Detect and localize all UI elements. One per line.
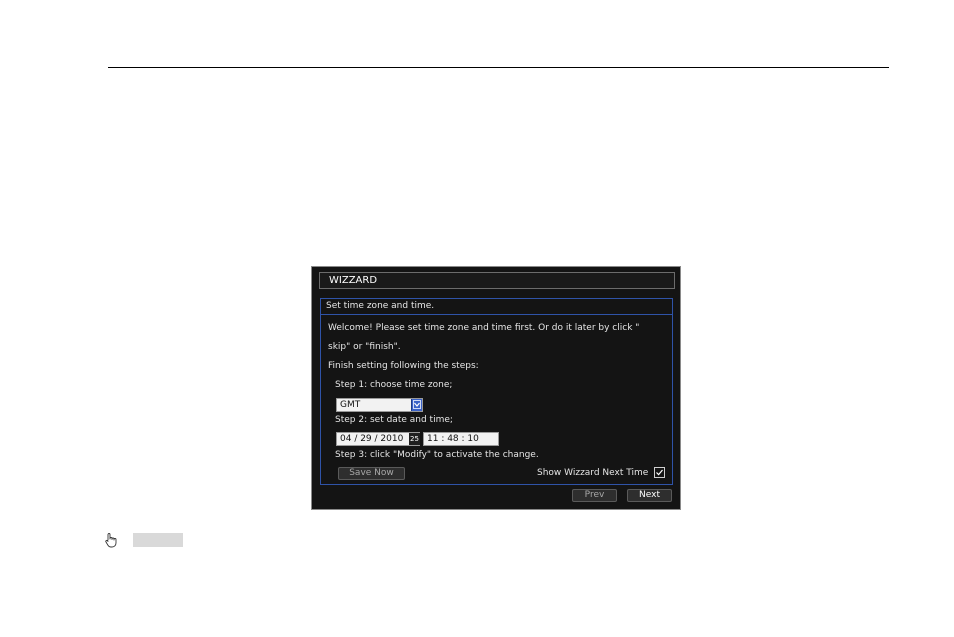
section-header: Set time zone and time. <box>321 299 672 315</box>
show-wizard-label: Show Wizzard Next Time <box>537 468 649 478</box>
step1-label: Step 1: choose time zone; <box>335 380 453 390</box>
checkmark-icon <box>656 469 663 476</box>
welcome-text-line2: skip" or "finish". <box>328 342 401 352</box>
time-input[interactable]: 11 : 48 : 10 <box>423 432 499 446</box>
wizard-title: WIZZARD <box>319 272 675 289</box>
next-button[interactable]: Next <box>627 489 672 502</box>
show-wizard-checkbox[interactable] <box>654 467 665 478</box>
calendar-icon[interactable]: 25 <box>409 433 420 445</box>
header-rule <box>108 67 889 68</box>
wizard-window: WIZZARD Set time zone and time. Welcome!… <box>311 266 681 510</box>
date-input[interactable]: 04 / 29 / 2010 <box>336 432 420 446</box>
chevron-down-icon[interactable] <box>411 399 422 411</box>
welcome-text-line1: Welcome! Please set time zone and time f… <box>328 323 640 333</box>
timezone-value: GMT <box>340 400 361 410</box>
prev-button[interactable]: Prev <box>572 489 617 502</box>
timezone-select[interactable]: GMT <box>336 398 423 412</box>
finish-text: Finish setting following the steps: <box>328 361 479 371</box>
hand-pointer-icon <box>105 533 117 548</box>
step3-label: Step 3: click "Modify" to activate the c… <box>335 450 539 460</box>
save-now-button[interactable]: Save Now <box>338 467 405 480</box>
wizard-panel: Set time zone and time. Welcome! Please … <box>320 298 673 485</box>
highlight-box <box>133 533 183 547</box>
step2-label: Step 2: set date and time; <box>335 415 453 425</box>
